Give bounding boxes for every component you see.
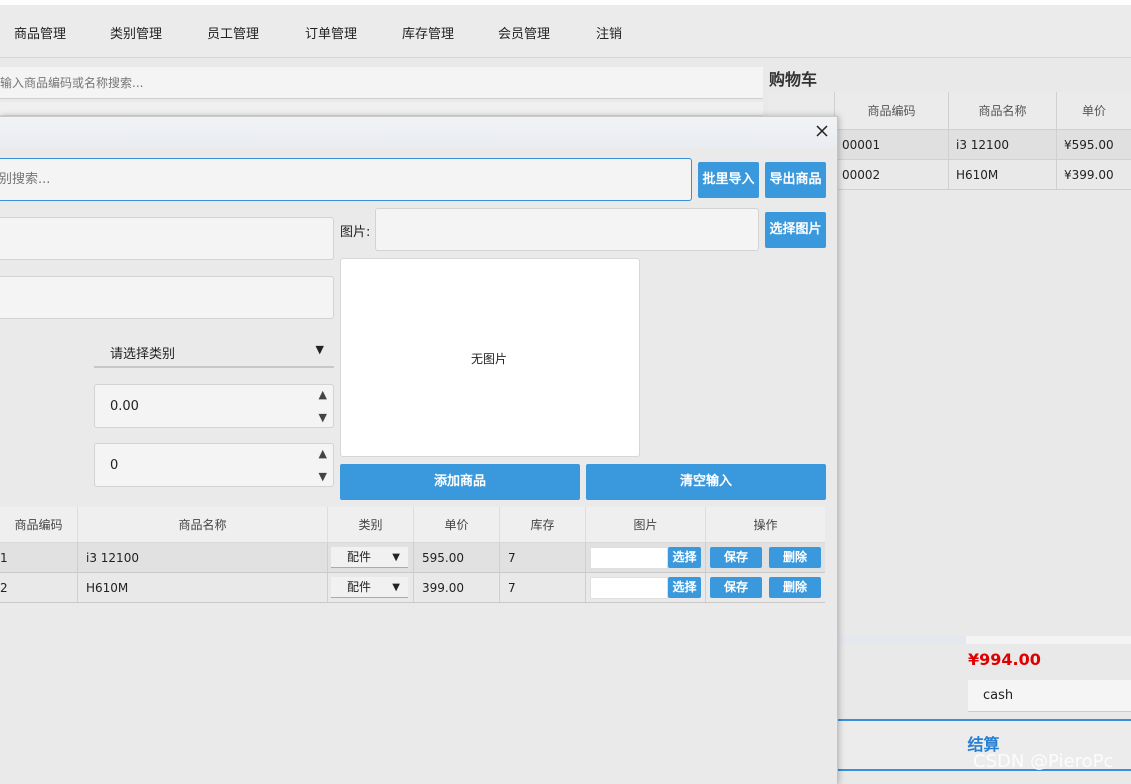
dialog-search-input[interactable] xyxy=(0,159,691,200)
cell-stock: 7 xyxy=(499,573,585,602)
cell-price: 399.00 xyxy=(413,573,499,602)
spin-up-icon[interactable]: ▲ xyxy=(319,388,327,401)
menu-order-management[interactable]: 订单管理 xyxy=(305,23,357,42)
chevron-down-icon: ▼ xyxy=(392,582,400,593)
spin-down-icon[interactable]: ▼ xyxy=(319,470,327,483)
row-delete-button[interactable]: 删除 xyxy=(769,547,821,568)
top-menu-bar: 商品管理 类别管理 员工管理 订单管理 库存管理 会员管理 注销 xyxy=(0,0,1131,58)
main-table-header xyxy=(0,102,763,116)
batch-import-button[interactable]: 批里导入 xyxy=(698,162,759,198)
header-image: 图片 xyxy=(585,507,705,542)
menu-logout[interactable]: 注销 xyxy=(596,23,622,42)
clear-input-button[interactable]: 清空输入 xyxy=(586,464,826,500)
header-category: 类别 xyxy=(327,507,413,542)
row-save-button[interactable]: 保存 xyxy=(710,547,762,568)
cell-image: 选择 xyxy=(585,543,705,572)
cart-cell-name: i3 12100 xyxy=(948,130,1056,159)
header-code: 商品编码 xyxy=(14,518,63,532)
cell-category: 配件 ▼ xyxy=(327,543,413,572)
cell-stock: 7 xyxy=(499,543,585,572)
row-category-select[interactable]: 配件 ▼ xyxy=(331,547,408,568)
category-select[interactable]: 请选择类别 ▼ xyxy=(94,335,334,368)
cart-scrollbar[interactable] xyxy=(836,636,1131,644)
row-category-value: 配件 xyxy=(347,580,372,594)
no-image-text: 无图片 xyxy=(471,352,508,366)
choose-image-button[interactable]: 选择图片 xyxy=(765,212,826,248)
cell-name: i3 12100 xyxy=(77,543,327,572)
close-icon[interactable] xyxy=(814,123,830,139)
row-select-image-button[interactable]: 选择 xyxy=(668,577,701,598)
cell-price: 595.00 xyxy=(413,543,499,572)
dialog-titlebar xyxy=(0,117,837,148)
cell-image: 选择 xyxy=(585,573,705,602)
goods-management-dialog: 批里导入 导出商品 请选择类别 ▼ 0.00 ▲ ▼ 0 ▲ ▼ 图片: 选择图… xyxy=(0,116,838,784)
cart-cell-code: 00002 xyxy=(834,160,948,189)
goods-name-field[interactable] xyxy=(0,276,334,319)
table-row[interactable]: 1 i3 12100 配件 ▼ 595.00 7 选择 保存 删除 xyxy=(0,543,825,573)
row-delete-button[interactable]: 删除 xyxy=(769,577,821,598)
main-search-box xyxy=(0,67,763,99)
menu-member-management[interactable]: 会员管理 xyxy=(498,23,550,42)
cell-actions: 保存 删除 xyxy=(705,573,825,602)
row-category-value: 配件 xyxy=(347,550,372,564)
cell-code: 1 xyxy=(0,551,8,565)
cell-actions: 保存 删除 xyxy=(705,543,825,572)
goods-code-input[interactable] xyxy=(0,218,333,259)
row-category-select[interactable]: 配件 ▼ xyxy=(331,577,408,598)
payment-method-select[interactable]: cash xyxy=(968,680,1131,712)
table-row[interactable]: 2 H610M 配件 ▼ 399.00 7 选择 保存 删除 xyxy=(0,573,825,603)
header-price: 单价 xyxy=(413,507,499,542)
row-image-input[interactable] xyxy=(590,547,668,569)
row-save-button[interactable]: 保存 xyxy=(710,577,762,598)
cart-title: 购物车 xyxy=(769,70,818,89)
category-select-value: 请选择类别 xyxy=(110,347,176,362)
cart-total: ¥994.00 xyxy=(968,650,1041,669)
image-preview: 无图片 xyxy=(340,258,640,457)
cell-code: 2 xyxy=(0,581,8,595)
goods-name-input[interactable] xyxy=(0,277,333,318)
menu-inventory-management[interactable]: 库存管理 xyxy=(402,23,454,42)
chevron-down-icon: ▼ xyxy=(392,552,400,563)
main-search-input[interactable] xyxy=(0,67,763,98)
stock-spinner[interactable]: 0 ▲ ▼ xyxy=(94,443,334,487)
cart-cell-price: ¥399.00 xyxy=(1056,160,1131,189)
goods-table-header: 商品编码 商品名称 类别 单价 库存 图片 操作 xyxy=(0,507,825,543)
menu-staff-management[interactable]: 员工管理 xyxy=(207,23,259,42)
cart-header-price: 单价 xyxy=(1056,92,1131,129)
menu-goods-management[interactable]: 商品管理 xyxy=(14,23,66,42)
row-image-input[interactable] xyxy=(590,577,668,599)
image-path-input[interactable] xyxy=(376,209,758,250)
cart-scrollbar-thumb[interactable] xyxy=(836,636,966,644)
menu-category-management[interactable]: 类别管理 xyxy=(110,23,162,42)
image-path-field[interactable] xyxy=(375,208,759,251)
header-actions: 操作 xyxy=(705,507,825,542)
cart-cell-price: ¥595.00 xyxy=(1056,130,1131,159)
watermark: CSDN @PieroPc xyxy=(973,751,1114,772)
dialog-search-box xyxy=(0,158,692,201)
cart-header-code: 商品编码 xyxy=(834,92,948,129)
cart-cell-code: 00001 xyxy=(834,130,948,159)
cell-name: H610M xyxy=(77,573,327,602)
header-name: 商品名称 xyxy=(77,507,327,542)
row-select-image-button[interactable]: 选择 xyxy=(668,547,701,568)
spin-down-icon[interactable]: ▼ xyxy=(319,411,327,424)
spin-up-icon[interactable]: ▲ xyxy=(319,447,327,460)
price-spinner[interactable]: 0.00 ▲ ▼ xyxy=(94,384,334,428)
export-goods-button[interactable]: 导出商品 xyxy=(765,162,826,198)
cell-category: 配件 ▼ xyxy=(327,573,413,602)
stock-value: 0 xyxy=(110,458,119,473)
goods-code-field[interactable] xyxy=(0,217,334,260)
price-value: 0.00 xyxy=(110,399,139,414)
add-goods-button[interactable]: 添加商品 xyxy=(340,464,580,500)
chevron-down-icon: ▼ xyxy=(315,343,324,356)
cart-cell-name: H610M xyxy=(948,160,1056,189)
header-stock: 库存 xyxy=(499,507,585,542)
image-label: 图片: xyxy=(340,225,371,240)
cart-header-name: 商品名称 xyxy=(948,92,1056,129)
